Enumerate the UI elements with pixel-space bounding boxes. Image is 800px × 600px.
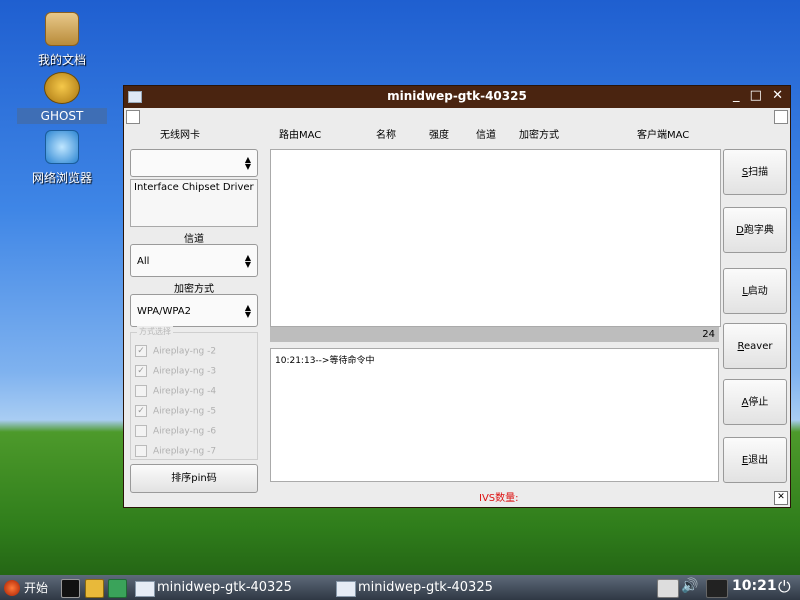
start-logo-icon [4,580,20,596]
desktop-icon-label: 网络浏览器 [31,171,92,185]
attack-options-group: 方式选择 ✓ Aireplay-ng -2 ✓ Aireplay-ng -3 Air… [130,326,258,460]
exit-label: 退出 [748,455,769,466]
dictionary-shortcut: D [736,225,744,236]
channel-select[interactable]: All ▲ ▼ [130,244,258,277]
combo-arrows-icon: ▲ ▼ [244,303,251,319]
ivs-count-label: IVS数量: [479,493,519,504]
window-titlebar[interactable]: minidwep-gtk-40325 _ □ ✕ [124,86,790,108]
col-name[interactable]: 名称 [376,126,396,141]
encryption-label: 加密方式 [174,284,214,295]
file-manager-icon[interactable] [85,579,104,598]
minimize-button[interactable]: _ [733,88,743,103]
folder-icon [45,12,79,46]
window-app-icon [336,581,356,597]
task-label: minidwep-gtk-40325 [157,580,292,595]
checkbox[interactable]: ✓ [135,405,147,417]
option-aireplay-4[interactable]: Aireplay-ng -4 [135,385,216,399]
log-area[interactable]: 10:21:13-->等待命令中 [270,348,719,482]
col-router-mac[interactable]: 路由MAC [279,126,321,141]
option-aireplay-2[interactable]: ✓ Aireplay-ng -2 [135,345,216,359]
checkbox[interactable] [135,385,147,397]
sort-pin-button[interactable]: 排序pin码 [130,464,258,493]
task-label: minidwep-gtk-40325 [358,580,493,595]
encryption-select-value: WPA/WPA2 [137,306,191,317]
col-signal[interactable]: 强度 [429,126,449,141]
volume-icon[interactable]: 🔊 [681,578,698,594]
right-toggle-checkbox[interactable] [774,110,788,124]
compass-icon [45,130,79,164]
option-aireplay-6[interactable]: Aireplay-ng -6 [135,425,216,439]
checkbox[interactable] [135,425,147,437]
combo-arrows-icon: ▲ ▼ [244,155,251,171]
driver-info-box: Interface Chipset Driver [130,179,258,227]
terminal-icon[interactable] [61,579,80,598]
close-button[interactable]: ✕ [772,88,786,103]
browser-icon[interactable] [108,579,127,598]
scan-label: 扫描 [748,167,769,178]
close-icon[interactable]: ✕ [774,491,788,505]
desktop-icon-documents[interactable]: 我的文档 [17,12,107,69]
col-channel[interactable]: 信道 [476,126,496,141]
ap-list-table[interactable] [270,149,721,327]
option-aireplay-5[interactable]: ✓ Aireplay-ng -5 [135,405,216,419]
window-app-icon [135,581,155,597]
option-label: Aireplay-ng -6 [153,426,217,437]
desktop-icon-label: GHOST [17,108,107,124]
ghost-icon [44,72,80,104]
col-encryption[interactable]: 加密方式 [519,126,559,141]
reaver-button[interactable]: Reaver [723,323,787,369]
reaver-label: eaver [744,341,773,352]
log-line: 10:21:13-->等待命令中 [275,356,375,366]
stop-label: 停止 [748,397,769,408]
option-label: Aireplay-ng -4 [153,386,217,397]
combo-arrows-icon: ▲ ▼ [244,253,251,269]
taskbar: 开始 minidwep-gtk-40325 minidwep-gtk-40325… [0,575,800,600]
network-icon[interactable] [706,579,728,598]
desktop-icon-label: 我的文档 [37,53,86,67]
option-aireplay-3[interactable]: ✓ Aireplay-ng -3 [135,365,216,379]
dictionary-label: 跑字典 [743,225,774,236]
nic-label: 无线网卡 [160,130,200,141]
option-label: Aireplay-ng -2 [153,346,217,357]
checkbox[interactable] [135,445,147,457]
channel-select-value: All [137,256,150,267]
start-button[interactable]: 开始 [2,578,48,598]
checkbox[interactable]: ✓ [135,345,147,357]
nic-select[interactable]: ▲ ▼ [130,149,258,177]
exit-button[interactable]: E退出 [723,437,787,483]
col-client-mac[interactable]: 客户端MAC [637,126,689,141]
power-icon[interactable]: ⏻ [778,577,791,597]
scan-button[interactable]: S扫描 [723,149,787,195]
task-minidwep-2[interactable]: minidwep-gtk-40325 [334,578,493,598]
maximize-button[interactable]: □ [750,88,765,103]
desktop-icon-browser[interactable]: 网络浏览器 [17,130,107,187]
launch-button[interactable]: L启动 [723,268,787,314]
option-label: Aireplay-ng -7 [153,446,217,457]
option-label: Aireplay-ng -5 [153,406,217,417]
checkbox[interactable]: ✓ [135,365,147,377]
desktop-icon-ghost[interactable]: GHOST [17,72,107,124]
ap-count: 24 [702,329,715,340]
attack-options-title: 方式选择 [137,326,173,337]
option-aireplay-7[interactable]: Aireplay-ng -7 [135,445,216,459]
channel-label: 信道 [184,234,204,245]
option-label: Aireplay-ng -3 [153,366,217,377]
left-toggle-checkbox[interactable] [126,110,140,124]
encryption-select[interactable]: WPA/WPA2 ▲ ▼ [130,294,258,327]
window-title: minidwep-gtk-40325 [387,89,527,103]
task-minidwep-1[interactable]: minidwep-gtk-40325 [133,578,292,598]
launch-label: 启动 [747,286,768,297]
ap-count-bar: 24 [270,327,719,342]
minidwep-window: minidwep-gtk-40325 _ □ ✕ 无线网卡 ▲ ▼ Interfa… [123,85,791,508]
stop-button[interactable]: A停止 [723,379,787,425]
driver-info-text: Interface Chipset Driver [134,182,254,193]
dictionary-button[interactable]: D跑字典 [723,207,787,253]
keyboard-icon[interactable] [657,579,679,598]
start-label: 开始 [24,581,49,595]
clock[interactable]: 10:21 [732,578,777,594]
